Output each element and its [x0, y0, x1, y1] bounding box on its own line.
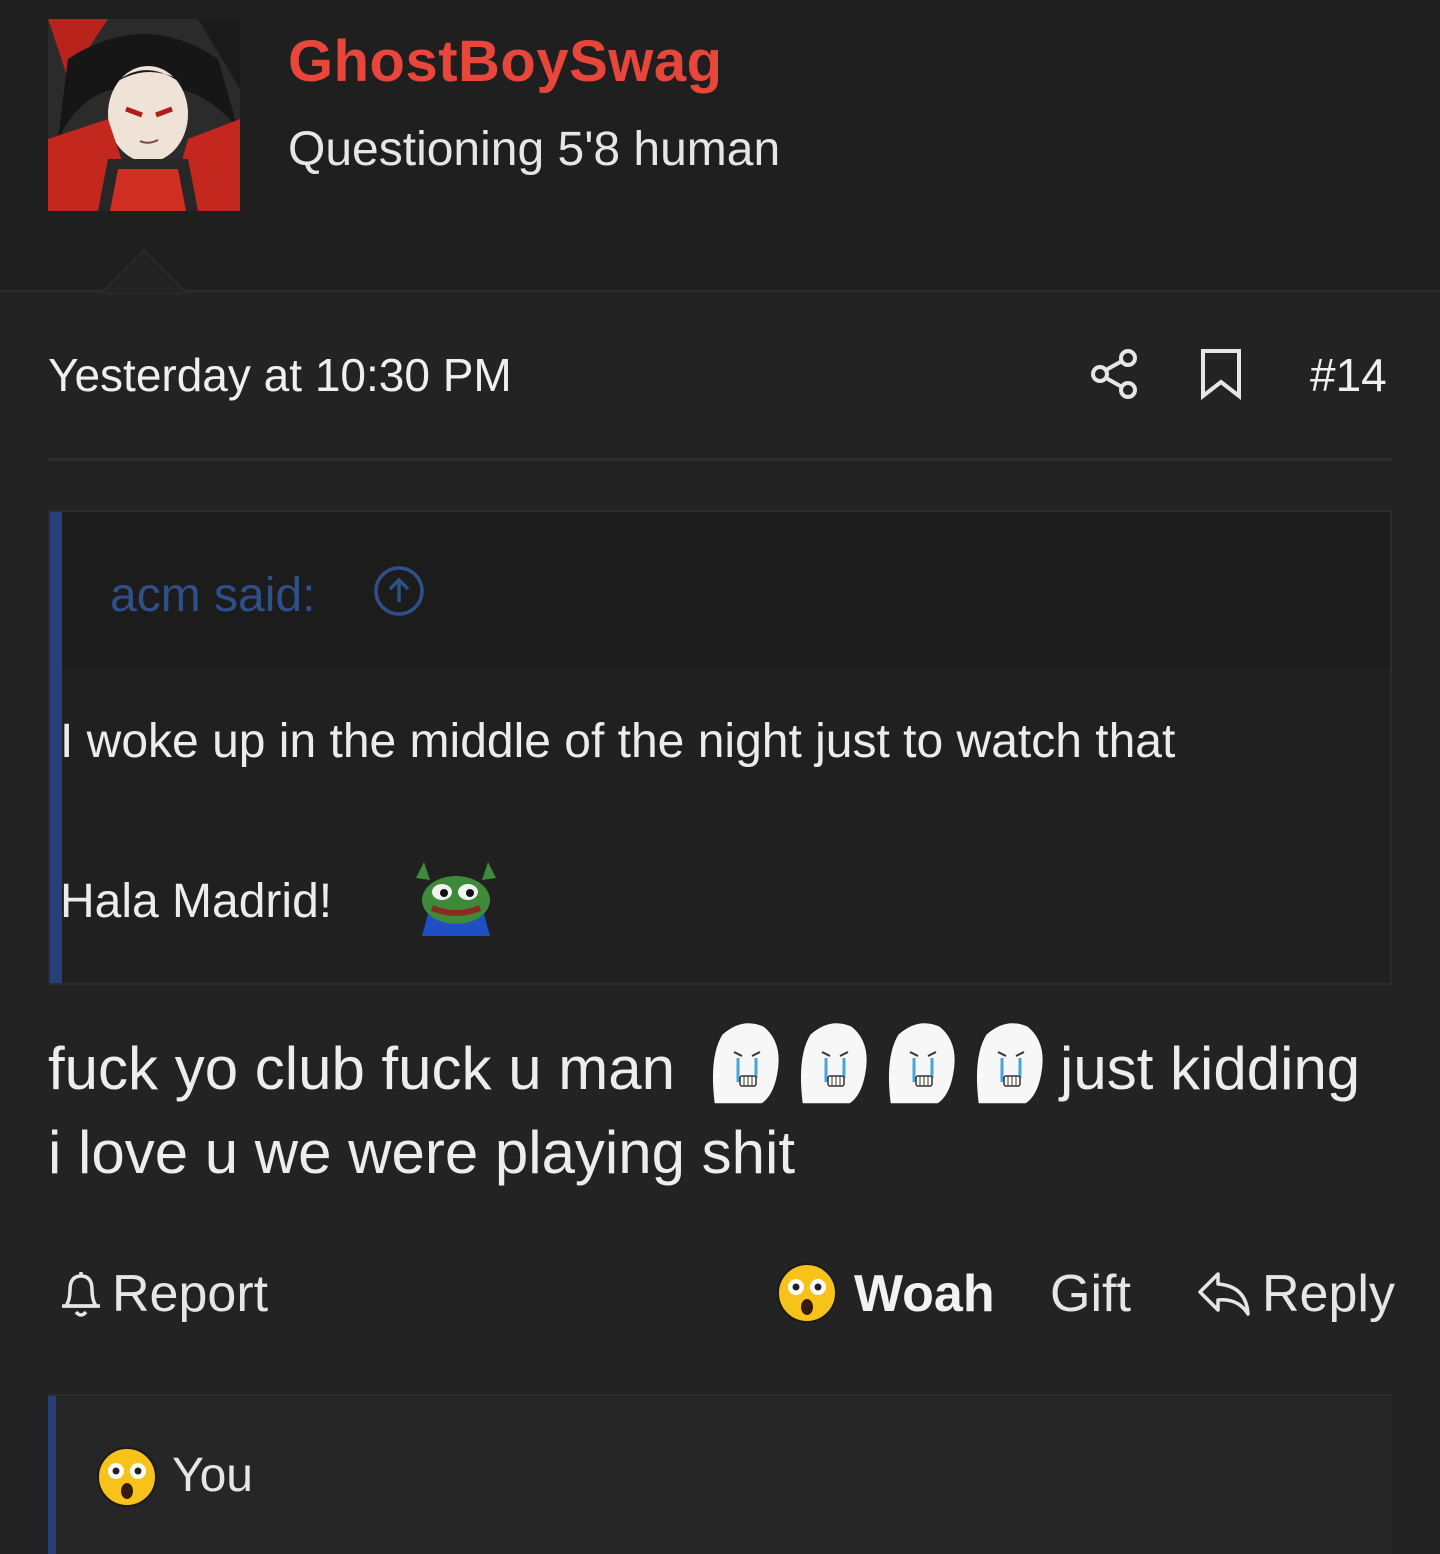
reactions-bar[interactable]: You [48, 1394, 1392, 1554]
username[interactable]: GhostBoySwag [288, 28, 723, 95]
share-icon[interactable] [1090, 348, 1138, 400]
user-avatar[interactable] [48, 19, 240, 211]
crying-wojak-emoji [708, 1016, 784, 1106]
astonished-emoji [96, 1446, 158, 1508]
post-body-text: just kidding [1060, 1035, 1361, 1102]
crying-wojak-emoji [972, 1016, 1048, 1106]
post-number[interactable]: #14 [1310, 348, 1387, 402]
reaction-button[interactable]: Woah [854, 1264, 995, 1324]
user-title: Questioning 5'8 human [288, 123, 781, 176]
report-button[interactable]: Report [112, 1264, 268, 1324]
crying-wojak-emoji [884, 1016, 960, 1106]
astonished-emoji[interactable] [776, 1262, 838, 1324]
header-pointer [100, 248, 188, 294]
reactions-accent-bar [48, 1396, 56, 1554]
pepe-emoji [414, 858, 498, 938]
quote-author[interactable]: acm said: [110, 568, 315, 623]
user-header: GhostBoySwag Questioning 5'8 human [0, 0, 1440, 292]
quote-text-line: I woke up in the middle of the night jus… [60, 715, 1176, 768]
quote-header: acm said: [62, 512, 1390, 668]
reactions-users[interactable]: You [172, 1448, 253, 1503]
reply-arrow-icon[interactable] [1196, 1268, 1252, 1320]
bell-icon[interactable] [58, 1268, 104, 1320]
bookmark-icon[interactable] [1198, 348, 1244, 401]
quote-text-line: Hala Madrid! [60, 875, 333, 928]
arrow-up-circle-icon[interactable] [372, 564, 426, 618]
reply-button[interactable]: Reply [1262, 1264, 1395, 1324]
crying-wojak-emoji [796, 1016, 872, 1106]
divider [48, 458, 1392, 461]
post-body-text: i love u we were playing shit [48, 1119, 796, 1186]
post-timestamp[interactable]: Yesterday at 10:30 PM [48, 348, 512, 402]
post-body-text: fuck yo club fuck u man [48, 1035, 675, 1102]
gift-button[interactable]: Gift [1050, 1264, 1131, 1324]
